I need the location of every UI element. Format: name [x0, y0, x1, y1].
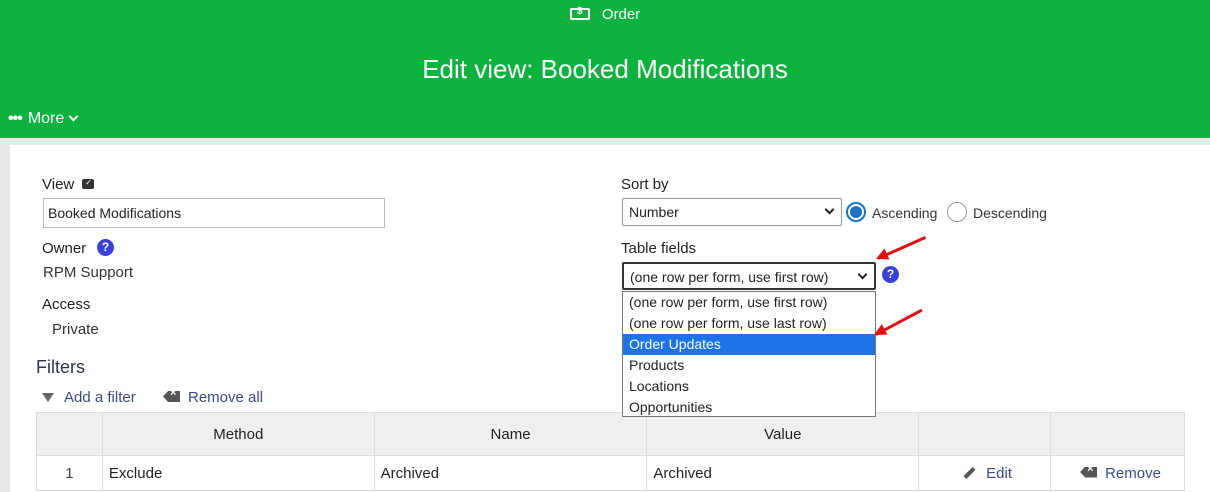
column-header [1050, 412, 1185, 456]
access-value: Private [52, 321, 99, 338]
ascending-label: Ascending [872, 205, 938, 221]
table-fields-dropdown: (one row per form, use first row) (one r… [622, 291, 876, 417]
table-fields-label: Table fields [621, 240, 697, 257]
context-label: Order [0, 6, 1210, 23]
owner-help-icon[interactable]: ? [97, 239, 114, 256]
owner-label: Owner [42, 240, 87, 257]
chevron-down-icon [68, 111, 79, 122]
column-header: Name [373, 412, 648, 456]
pencil-icon [963, 466, 976, 479]
filters-table: Method Name Value 1 Exclude Archived Arc… [36, 412, 1185, 491]
method-cell: Exclude [101, 455, 375, 491]
column-header: Value [646, 412, 920, 456]
descending-label: Descending [973, 205, 1047, 221]
dropdown-option[interactable]: (one row per form, use first row) [623, 292, 875, 313]
column-header [918, 412, 1052, 456]
value-cell: Archived [646, 455, 920, 491]
dropdown-option[interactable]: (one row per form, use last row) [623, 313, 875, 334]
edit-icon[interactable] [82, 178, 95, 189]
more-menu-button[interactable]: ••• More [8, 110, 79, 128]
page-header: Order Edit view: Booked Modifications ••… [0, 0, 1210, 138]
chevron-down-icon [857, 269, 868, 280]
add-filter-link[interactable]: Add a filter [42, 389, 136, 406]
remove-filter-button[interactable]: Remove [1050, 455, 1185, 491]
filter-icon [42, 393, 54, 402]
view-label: View [42, 176, 95, 193]
dropdown-option[interactable]: Opportunities [623, 397, 875, 418]
sort-by-select[interactable]: Number [622, 198, 842, 226]
filters-heading: Filters [36, 357, 85, 377]
dropdown-option-highlighted[interactable]: Order Updates [623, 334, 875, 355]
row-number: 1 [36, 455, 103, 491]
backspace-icon [1080, 466, 1098, 478]
edit-filter-button[interactable]: Edit [918, 455, 1052, 491]
table-fields-help-icon[interactable]: ? [882, 266, 899, 283]
access-label: Access [42, 296, 91, 313]
table-fields-select[interactable]: (one row per form, use first row) [622, 262, 876, 290]
dropdown-option[interactable]: Products [623, 355, 875, 376]
money-icon [569, 6, 590, 20]
descending-radio[interactable] [947, 202, 967, 222]
page-title: Edit view: Booked Modifications [422, 54, 788, 84]
view-name-input[interactable]: Booked Modifications [43, 198, 385, 228]
owner-value: RPM Support [43, 264, 134, 281]
table-row: 1 Exclude Archived Archived Edit Remove [36, 455, 1185, 491]
remove-all-link[interactable]: Remove all [163, 389, 263, 406]
ascending-radio[interactable] [846, 202, 866, 222]
column-header [36, 412, 103, 456]
name-cell: Archived [373, 455, 648, 491]
column-header: Method [101, 412, 375, 456]
sort-by-label: Sort by [621, 176, 669, 193]
dropdown-option[interactable]: Locations [623, 376, 875, 397]
ellipsis-icon: ••• [8, 110, 23, 127]
backspace-icon [163, 391, 180, 402]
chevron-down-icon [824, 204, 835, 215]
